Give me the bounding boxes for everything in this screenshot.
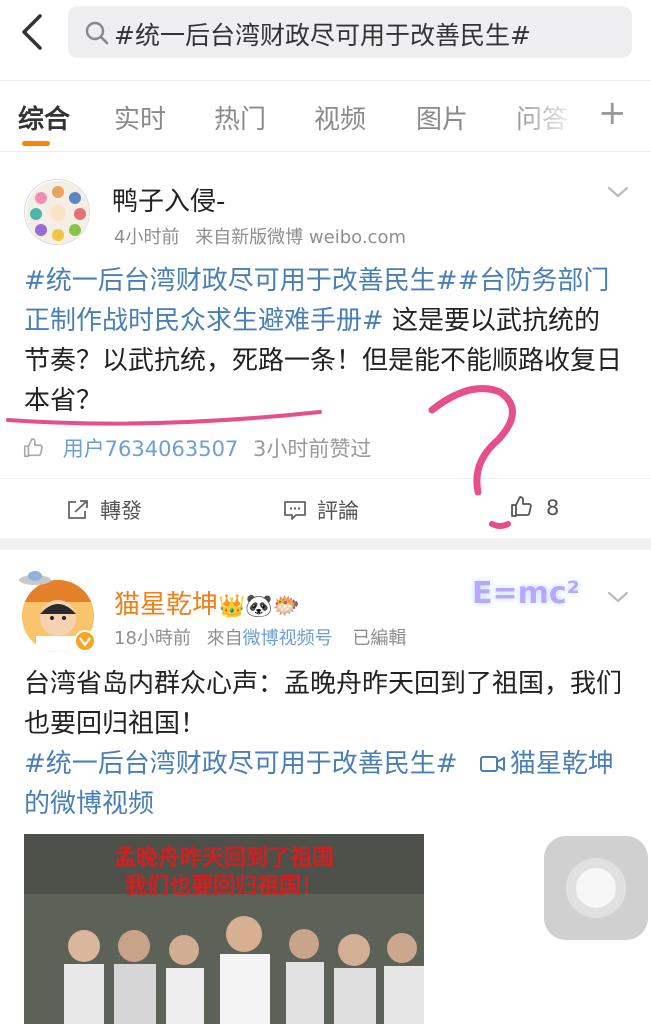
tab-realtime[interactable]: 实时	[114, 99, 166, 136]
source-prefix: 來自	[206, 628, 243, 649]
liker-link[interactable]: 用户7634063507	[63, 437, 239, 461]
add-tab-button[interactable]: +	[598, 93, 627, 133]
verified-badge-icon	[74, 630, 96, 652]
avatar[interactable]	[24, 179, 90, 245]
post-meta: 18小時前 來自微博视频号 已編輯	[114, 624, 406, 650]
search-input[interactable]: #统一后台湾财政尽可用于改善民生#	[68, 6, 632, 58]
author-name[interactable]: 猫星乾坤👑🐼🐡	[114, 584, 300, 621]
post-text: 台湾省岛内群众心声：孟晚舟昨天回到了祖国，我们也要回归祖国！ #统一后台湾财政尽…	[24, 664, 624, 824]
ufo-icon	[19, 571, 51, 585]
author-name-text: 猫星乾坤	[114, 590, 219, 620]
edited-label: 已編輯	[352, 628, 407, 649]
search-tabs: 综合 实时 热门 视频 图片 问答 +	[0, 80, 651, 152]
tab-scroll-fade	[510, 81, 580, 151]
avatar-image	[26, 181, 89, 244]
post-card: 鸭子入侵- 4小时前 来自新版微博 weibo.com #统一后台湾财政尽可用于…	[0, 153, 651, 538]
active-tab-indicator	[22, 141, 50, 146]
comment-icon	[284, 501, 306, 520]
search-header: #统一后台湾财政尽可用于改善民生#	[0, 0, 651, 80]
search-icon	[85, 21, 109, 45]
thumbs-up-icon	[511, 496, 532, 517]
post-actions: 轉發 評論 8	[0, 478, 651, 538]
badge-emoji-icon: 👑🐼🐡	[218, 594, 301, 619]
tab-video[interactable]: 视频	[314, 99, 366, 136]
search-query-text: #统一后台湾财政尽可用于改善民生#	[114, 21, 531, 50]
comment-button[interactable]: 評論	[283, 495, 359, 525]
thumbs-up-icon	[23, 438, 43, 458]
liked-by-row: 用户7634063507 3小时前赞过	[22, 433, 371, 463]
chevron-down-icon[interactable]	[606, 588, 630, 606]
like-button[interactable]: 8	[508, 495, 559, 520]
back-button[interactable]	[14, 10, 54, 54]
assistive-touch-ring	[566, 858, 626, 918]
tab-images[interactable]: 图片	[416, 99, 468, 136]
share-icon	[68, 500, 88, 519]
sticker-text: E=mc²	[472, 576, 580, 611]
post-source: 来自新版微博 weibo.com	[195, 227, 406, 248]
post-meta: 4小时前 来自新版微博 weibo.com	[114, 223, 406, 249]
post-time: 18小時前	[114, 628, 191, 649]
assistive-touch-button[interactable]	[544, 836, 648, 940]
chevron-down-icon[interactable]	[606, 183, 630, 201]
author-name[interactable]: 鸭子入侵-	[112, 181, 225, 218]
repost-label: 轉發	[100, 499, 142, 523]
assistive-touch-center	[576, 868, 616, 908]
liked-time: 3小时前赞过	[252, 437, 372, 461]
chevron-left-icon	[22, 14, 42, 50]
comment-label: 評論	[317, 499, 359, 523]
post-body: 台湾省岛内群众心声：孟晚舟昨天回到了祖国，我们也要回归祖国！	[24, 669, 623, 739]
post-time: 4小时前	[114, 227, 180, 248]
tab-hot[interactable]: 热门	[214, 99, 266, 136]
like-count: 8	[546, 496, 560, 520]
video-thumbnail[interactable]: 孟晚舟昨天回到了祖国 我们也要回归祖国！	[24, 834, 424, 1024]
repost-button[interactable]: 轉發	[66, 495, 142, 525]
post-source-link[interactable]: 微博视频号	[243, 628, 333, 649]
video-icon	[479, 756, 505, 772]
hashtag-link[interactable]: #统一后台湾财政尽可用于改善民生#	[24, 749, 458, 779]
post-divider	[0, 538, 651, 550]
video-caption: 我们也要回归祖国！	[124, 874, 323, 899]
tab-comprehensive[interactable]: 综合	[18, 99, 70, 136]
post-text: #统一后台湾财政尽可用于改善民生##台防务部门正制作战时民众求生避难手册# 这是…	[24, 261, 624, 421]
